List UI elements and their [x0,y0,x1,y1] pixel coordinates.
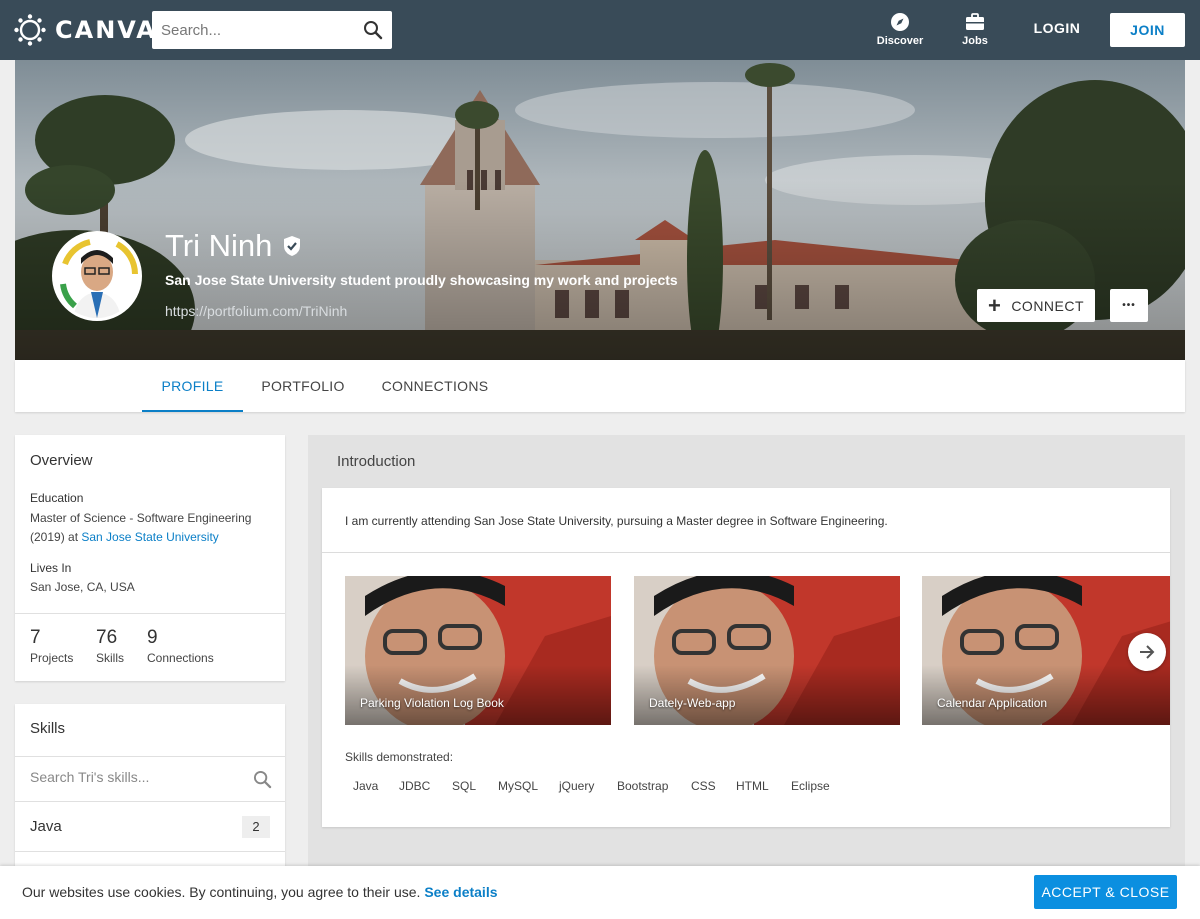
overview-divider [15,613,285,614]
introduction-title: Introduction [337,453,416,470]
overview-title: Overview [30,452,93,469]
introduction-section: Introduction I am currently attending Sa… [308,435,1185,919]
accept-close-button[interactable]: ACCEPT & CLOSE [1034,875,1177,909]
stat-projects[interactable]: 7 Projects [30,627,73,665]
tab-connections[interactable]: CONNECTIONS [375,360,495,412]
connect-button[interactable]: + CONNECT [977,289,1095,322]
nav-discover[interactable]: Discover [872,12,928,47]
verified-badge-icon [284,236,301,256]
cookie-details-link[interactable]: See details [424,884,497,900]
lives-in-label: Lives In [30,561,72,575]
stat-connections[interactable]: 9 Connections [147,627,214,665]
project-title: Calendar Application [937,696,1048,710]
stat-skills[interactable]: 76 Skills [96,627,124,665]
cookie-message: Our websites use cookies. By continuing,… [22,884,421,900]
skill-tag[interactable]: jQuery [559,779,594,793]
arrow-right-icon [1140,645,1155,659]
skill-row[interactable]: Java 2 [15,802,285,852]
nav-jobs[interactable]: Jobs [947,12,1003,47]
project-shade [345,665,611,725]
skill-count-badge: 2 [242,816,270,838]
skill-tag[interactable]: JDBC [399,779,430,793]
skill-tag[interactable]: Bootstrap [617,779,668,793]
project-title: Dately-Web-app [649,696,736,710]
lives-in-value: San Jose, CA, USA [30,580,135,594]
skill-name: Java [30,818,62,835]
top-nav: CANVAS Discover Jobs LOGIN JOIN [0,0,1200,60]
plus-icon: + [987,292,1002,318]
introduction-text: I am currently attending San Jose State … [345,514,888,528]
search-icon[interactable] [253,770,272,789]
more-options-button[interactable]: ••• [1110,289,1148,322]
profile-tabs: PROFILE PORTFOLIO CONNECTIONS [15,360,1185,412]
project-shade [634,665,900,725]
canvas-logo-icon [14,14,46,46]
login-link[interactable]: LOGIN [1022,20,1092,36]
carousel-next-button[interactable] [1128,633,1166,671]
tab-profile[interactable]: PROFILE [142,360,243,412]
stat-skills-label: Skills [96,651,125,665]
project-card-parking[interactable]: Parking Violation Log Book [345,576,611,725]
skills-search [15,756,285,802]
stat-projects-num: 7 [30,627,41,648]
cookie-banner: Our websites use cookies. By continuing,… [0,866,1200,919]
skills-title: Skills [30,720,66,737]
stat-connections-num: 9 [147,627,158,648]
global-search [152,11,392,49]
skill-tag[interactable]: MySQL [498,779,538,793]
stat-projects-label: Projects [30,651,74,665]
connect-label: CONNECT [1011,297,1085,314]
skill-tag[interactable]: Java [353,779,378,793]
profile-avatar[interactable] [52,231,142,321]
profile-banner: Tri Ninh San Jose State University stude… [15,60,1185,360]
stat-skills-num: 76 [96,627,118,648]
nav-discover-label: Discover [876,35,924,47]
introduction-divider [322,552,1170,553]
skills-demonstrated-label: Skills demonstrated: [345,750,454,764]
more-dots-icon: ••• [1122,300,1136,311]
briefcase-icon [966,13,984,30]
stat-connections-label: Connections [147,651,214,665]
profile-link[interactable]: https://portfolium.com/TriNinh [165,303,347,319]
profile-tagline: San Jose State University student proudl… [165,272,678,288]
skill-tag[interactable]: HTML [736,779,769,793]
nav-jobs-label: Jobs [962,35,988,47]
join-button[interactable]: JOIN [1110,13,1185,47]
avatar-image [55,234,139,318]
compass-icon [891,13,909,31]
skill-tag[interactable]: Eclipse [791,779,830,793]
project-card-dately[interactable]: Dately-Web-app [634,576,900,725]
introduction-card: I am currently attending San Jose State … [322,488,1170,827]
education-label: Education [30,491,84,505]
education-value: Master of Science - Software Engineering… [30,509,275,547]
cookie-text: Our websites use cookies. By continuing,… [22,884,498,900]
tab-portfolio[interactable]: PORTFOLIO [253,360,353,412]
overview-card: Overview Education Master of Science - S… [15,435,285,681]
skills-search-input[interactable] [30,769,240,785]
global-search-input[interactable] [152,11,352,49]
skill-tag[interactable]: SQL [452,779,476,793]
project-title: Parking Violation Log Book [360,696,504,710]
search-icon[interactable] [363,20,383,40]
skill-tag[interactable]: CSS [691,779,716,793]
project-shade [922,665,1170,725]
profile-name-text: Tri Ninh [165,228,273,263]
education-school-link[interactable]: San Jose State University [81,530,218,544]
profile-name: Tri Ninh [165,228,303,264]
